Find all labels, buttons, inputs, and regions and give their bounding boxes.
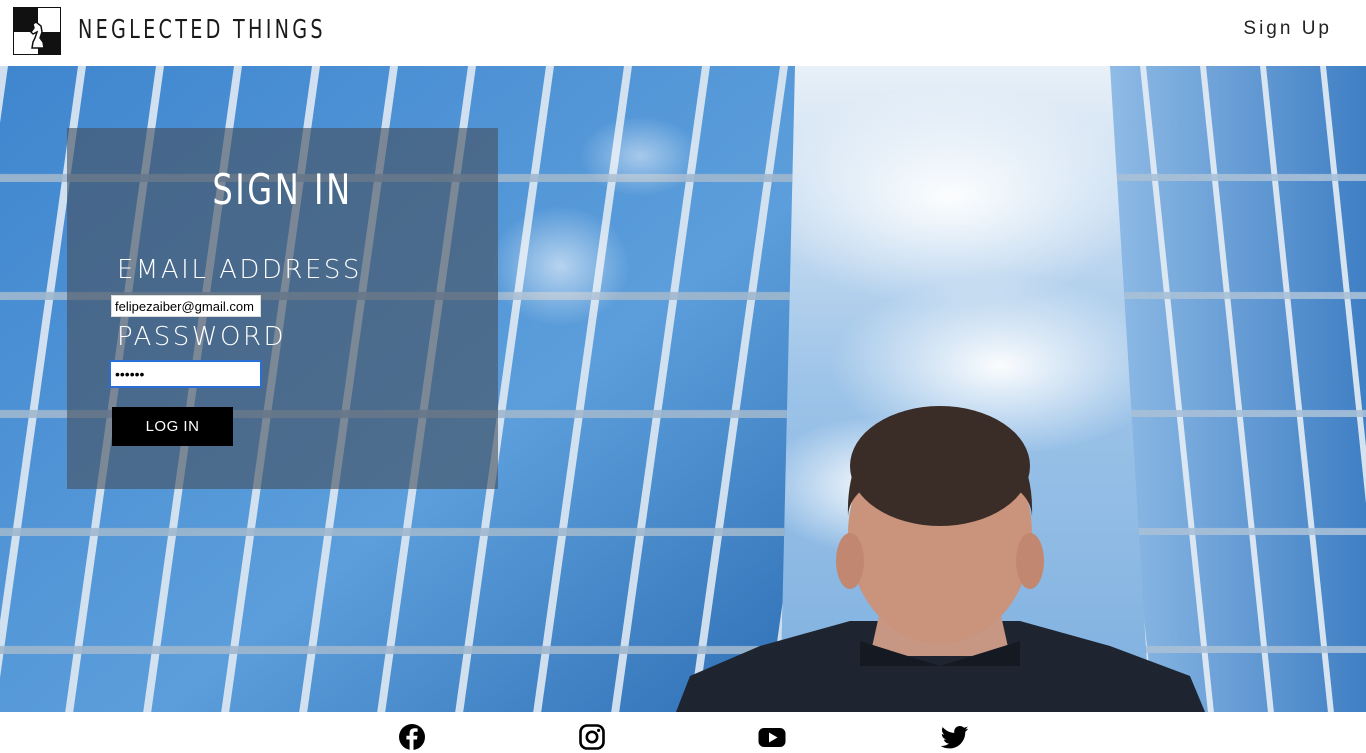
facebook-icon[interactable] bbox=[398, 723, 426, 751]
site-header: NEGLECTED THINGS Sign Up bbox=[0, 0, 1366, 66]
sign-in-panel: SIGN IN EMAIL ADDRESS PASSWORD LOG IN bbox=[67, 128, 498, 489]
site-footer bbox=[0, 712, 1366, 753]
email-label: EMAIL ADDRESS bbox=[117, 255, 362, 285]
sign-in-title: SIGN IN bbox=[212, 165, 353, 214]
password-label: PASSWORD bbox=[117, 322, 287, 352]
sign-up-link[interactable]: Sign Up bbox=[1243, 18, 1332, 40]
password-field[interactable] bbox=[109, 360, 262, 388]
youtube-icon[interactable] bbox=[758, 723, 786, 751]
chess-knight-logo-icon[interactable] bbox=[13, 7, 61, 55]
instagram-icon[interactable] bbox=[578, 723, 606, 751]
twitter-icon[interactable] bbox=[941, 723, 969, 751]
email-field[interactable] bbox=[111, 295, 261, 317]
brand-name[interactable]: NEGLECTED THINGS bbox=[78, 14, 326, 46]
log-in-button[interactable]: LOG IN bbox=[112, 407, 233, 446]
